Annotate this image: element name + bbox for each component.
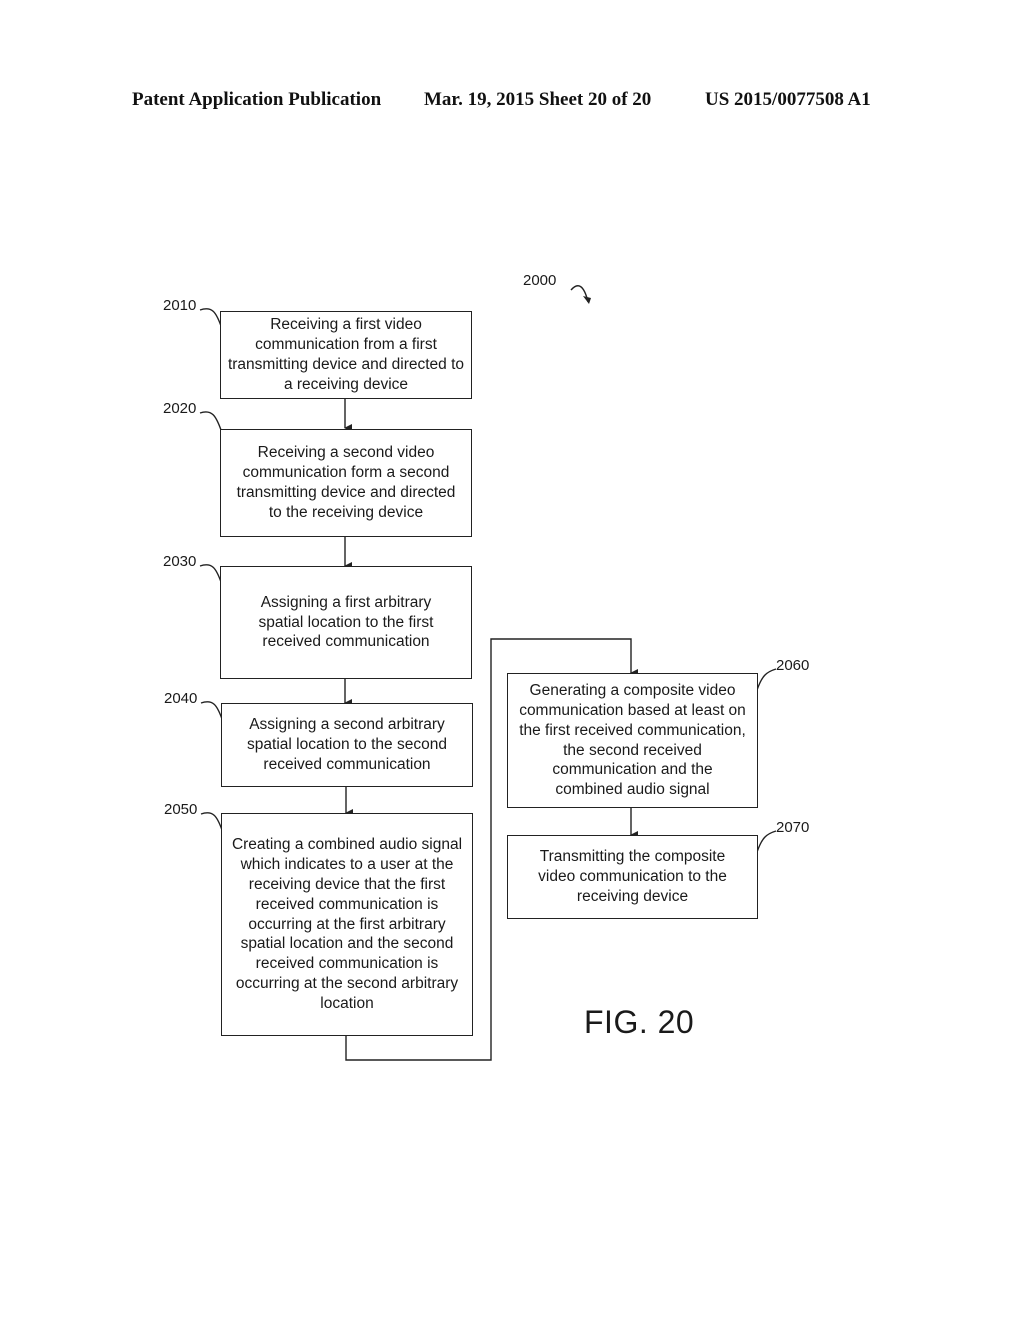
step-text: Assigning a first arbitrary spatial loca… [258, 593, 434, 651]
step-box-2050: Creating a combined audio signal which i… [221, 813, 473, 1036]
flowchart-connectors [199, 285, 777, 1061]
step-ref: 2020 [163, 400, 197, 417]
step-text: Receiving a second video communication f… [236, 444, 456, 521]
step-ref: 2010 [163, 297, 197, 314]
step-text: Transmitting the composite video communi… [538, 848, 727, 905]
step-ref: 2040 [164, 690, 198, 707]
leader-2010 [199, 308, 222, 327]
leader-2000 [570, 285, 589, 303]
step-ref: 2070 [776, 819, 810, 836]
leader-2040 [200, 701, 223, 720]
leader-2050 [200, 812, 223, 831]
leader-2070 [756, 830, 777, 853]
figure-caption: FIG. 20 [584, 1004, 695, 1040]
step-box-2020: Receiving a second video communication f… [220, 429, 472, 537]
leader-2030 [199, 564, 222, 583]
arrow-2000-icon [583, 296, 591, 304]
step-box-2010: Receiving a first video communication fr… [220, 311, 472, 399]
step-text: Creating a combined audio signal which i… [231, 836, 463, 1012]
step-ref: 2050 [164, 801, 198, 818]
step-text: Receiving a first video communication fr… [227, 316, 465, 393]
figure-ref: 2000 [523, 272, 557, 289]
step-text: Generating a composite video communicati… [519, 682, 746, 799]
step-box-2030: Assigning a first arbitrary spatial loca… [220, 566, 472, 679]
leader-2060 [756, 668, 777, 691]
step-ref: 2030 [163, 553, 197, 570]
step-box-2040: Assigning a second arbitrary spatial loc… [221, 703, 473, 787]
step-box-2060: Generating a composite video communicati… [507, 673, 758, 808]
step-box-2070: Transmitting the composite video communi… [507, 835, 758, 919]
leader-2020 [199, 411, 222, 431]
step-ref: 2060 [776, 657, 810, 674]
step-text: Assigning a second arbitrary spatial loc… [247, 716, 447, 773]
